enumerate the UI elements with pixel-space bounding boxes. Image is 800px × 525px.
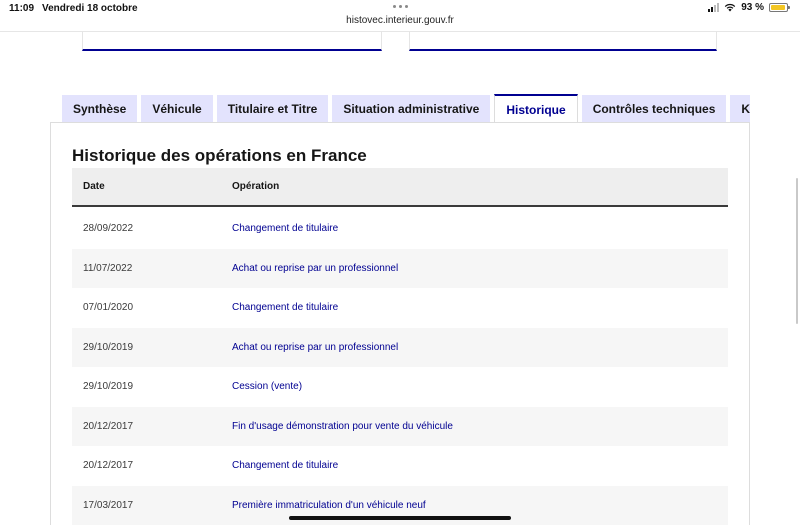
operation-link[interactable]: Changement de titulaire [232, 223, 338, 234]
column-header-operation: Opération [232, 181, 280, 192]
operations-table-body: 28/09/2022 Changement de titulaire 11/07/2… [72, 209, 728, 525]
wifi-icon [725, 3, 736, 12]
operation-date: 07/01/2020 [83, 302, 134, 313]
tab-historique[interactable]: Historique [494, 94, 578, 123]
table-row: 11/07/2022 Achat ou reprise par un profes… [72, 248, 728, 288]
operation-link[interactable]: Changement de titulaire [232, 460, 338, 471]
battery-icon [769, 3, 790, 12]
operation-date: 17/03/2017 [83, 499, 134, 511]
address-bar[interactable]: histovec.interieur.gouv.fr [0, 15, 800, 26]
table-row: 28/09/2022 Changement de titulaire [72, 209, 728, 249]
table-row: 07/01/2020 Changement de titulaire [72, 288, 728, 328]
operation-link[interactable]: Achat ou reprise par un professionnel [232, 263, 398, 274]
multitasking-dots-icon[interactable] [393, 5, 408, 8]
scrollbar[interactable] [796, 178, 798, 324]
tab-kilometrage[interactable]: Kilométrage [730, 95, 750, 123]
status-bar: 11:09 Vendredi 18 octobre 93 % [0, 0, 800, 16]
operation-date: 29/10/2019 [83, 381, 134, 392]
section-title: Historique des opérations en France [72, 146, 367, 165]
tab-controles-techniques[interactable]: Contrôles techniques [581, 95, 727, 123]
tab-bar: Synthèse Véhicule Titulaire et Titre Situat… [62, 94, 750, 123]
table-row: 20/12/2017 Changement de titulaire [72, 446, 728, 486]
battery-percent: 93 % [741, 2, 764, 13]
clock: 11:09 [9, 3, 35, 14]
home-indicator[interactable] [289, 516, 511, 520]
table-row: 29/10/2019 Achat ou reprise par un profes… [72, 327, 728, 367]
tab-vehicule[interactable]: Véhicule [141, 95, 213, 123]
status-date: Vendredi 18 octobre [42, 3, 138, 14]
tab-synthese[interactable]: Synthèse [62, 95, 138, 123]
table-row: 29/10/2019 Cession (vente) [72, 367, 728, 407]
operation-date: 29/10/2019 [83, 341, 134, 353]
info-card [82, 31, 382, 51]
info-card [409, 31, 717, 51]
operation-date: 28/09/2022 [83, 223, 134, 234]
operation-link[interactable]: Cession (vente) [232, 381, 302, 392]
cellular-signal-icon [708, 3, 720, 12]
table-row: 20/12/2017 Fin d'usage démonstration pour… [72, 406, 728, 446]
tab-titulaire-et-titre[interactable]: Titulaire et Titre [216, 95, 329, 123]
status-indicators: 93 % [708, 2, 790, 13]
operation-date: 20/12/2017 [83, 420, 134, 432]
operation-link[interactable]: Achat ou reprise par un professionnel [232, 342, 398, 353]
operation-link[interactable]: Changement de titulaire [232, 302, 338, 313]
operation-link[interactable]: Fin d'usage démonstration pour vente du … [232, 421, 453, 432]
operation-date: 11/07/2022 [83, 262, 133, 274]
column-header-date: Date [83, 181, 105, 192]
tab-situation-administrative[interactable]: Situation administrative [332, 95, 491, 123]
table-header: Date Opération [72, 168, 728, 207]
operation-link[interactable]: Première immatriculation d'un véhicule n… [232, 500, 426, 511]
operation-date: 20/12/2017 [83, 460, 134, 471]
